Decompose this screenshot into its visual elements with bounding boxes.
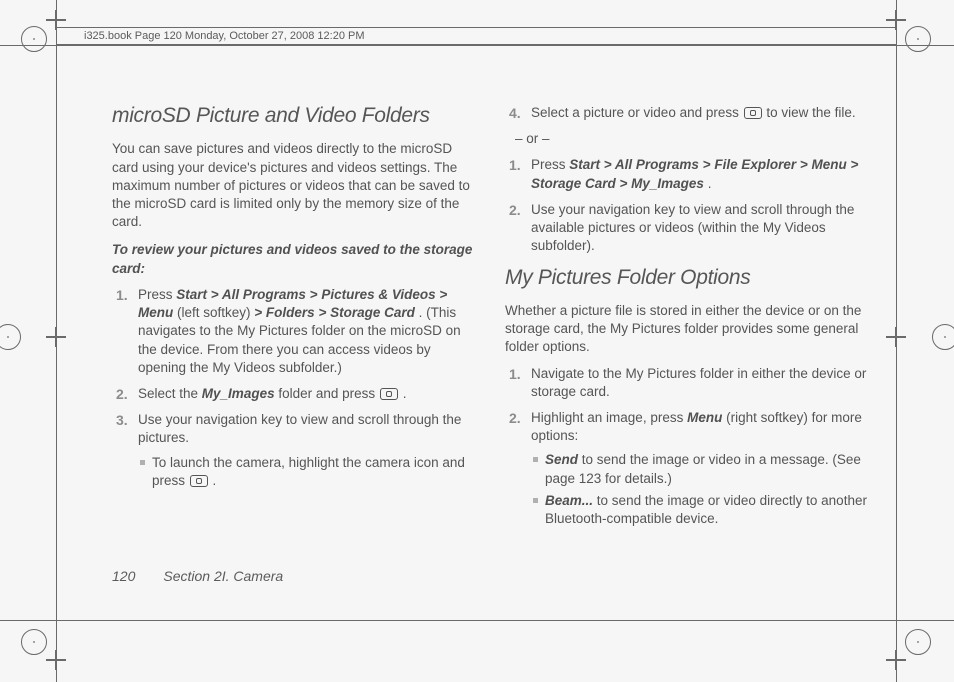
step-text: Select a picture or video and press to v… [531,105,856,120]
registration-mark-icon [21,26,47,52]
step-text: Select the My_Images folder and press . [138,386,406,401]
intro-paragraph: You can save pictures and videos directl… [112,140,479,231]
section-heading: My Pictures Folder Options [505,264,872,292]
step-item: 1. Press Start > All Programs > Pictures… [138,286,479,377]
step-item: 4. Select a picture or video and press t… [531,104,872,122]
crop-cross-icon [46,327,66,347]
sub-bullet-item: Send to send the image or video in a mes… [545,451,872,487]
crop-cross-icon [886,327,906,347]
step-text: Highlight an image, press Menu (right so… [531,410,862,443]
step-text: Use your navigation key to view and scro… [531,202,854,253]
sub-bullet-item: Beam... to send the image or video direc… [545,492,872,528]
subheading: To review your pictures and videos saved… [112,241,479,277]
ok-key-icon [380,388,398,400]
step-item: 3. Use your navigation key to view and s… [138,411,479,490]
header-text: i325.book Page 120 Monday, October 27, 2… [84,30,365,42]
step-item: 1. Press Start > All Programs > File Exp… [531,156,872,192]
crop-cross-icon [886,10,906,30]
crop-cross-icon [46,650,66,670]
step-item: 2. Use your navigation key to view and s… [531,201,872,256]
page-number: 120 [112,568,135,584]
ok-key-icon [744,107,762,119]
step-number: 1. [509,156,521,175]
right-column: 4. Select a picture or video and press t… [505,96,872,536]
left-column: microSD Picture and Video Folders You ca… [112,96,479,536]
registration-mark-icon [905,26,931,52]
section-heading: microSD Picture and Video Folders [112,102,479,130]
registration-mark-icon [905,629,931,655]
page-footer: 120 Section 2I. Camera [112,568,283,584]
ok-key-icon [190,475,208,487]
registration-mark-icon [932,324,954,350]
crop-line-top [0,45,954,46]
step-number: 3. [116,411,128,430]
step-text: Navigate to the My Pictures folder in ei… [531,366,866,399]
step-text: Press Start > All Programs > Pictures & … [138,287,461,375]
step-item: 1. Navigate to the My Pictures folder in… [531,365,872,401]
crop-cross-icon [46,10,66,30]
sub-bullet-item: To launch the camera, highlight the came… [152,454,479,490]
crop-cross-icon [886,650,906,670]
page-root: i325.book Page 120 Monday, October 27, 2… [0,0,954,682]
step-text: Press Start > All Programs > File Explor… [531,157,858,190]
running-header: i325.book Page 120 Monday, October 27, 2… [56,28,896,45]
intro-paragraph: Whether a picture file is stored in eith… [505,302,872,357]
content-columns: microSD Picture and Video Folders You ca… [112,96,872,536]
step-number: 4. [509,104,521,123]
crop-line-bottom [0,620,954,621]
registration-mark-icon [0,324,21,350]
step-number: 2. [116,385,128,404]
or-separator: – or – [505,130,872,148]
step-text: Use your navigation key to view and scro… [138,412,461,445]
step-number: 2. [509,201,521,220]
section-label: Section 2I. Camera [163,568,283,584]
step-item: 2. Highlight an image, press Menu (right… [531,409,872,528]
step-number: 1. [509,365,521,384]
step-number: 2. [509,409,521,428]
step-item: 2. Select the My_Images folder and press… [138,385,479,403]
step-number: 1. [116,286,128,305]
registration-mark-icon [21,629,47,655]
